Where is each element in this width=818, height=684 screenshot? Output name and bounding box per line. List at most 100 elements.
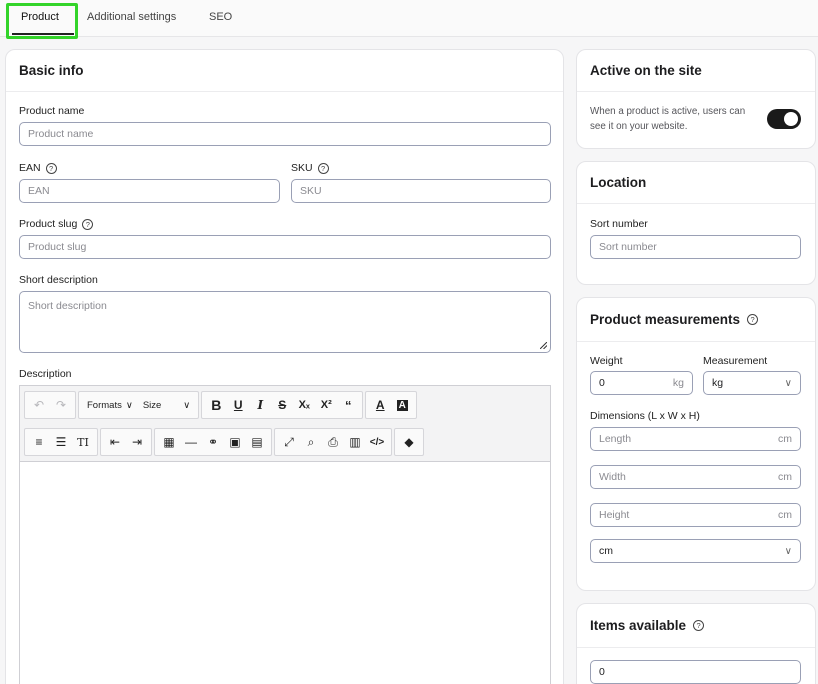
size-label: Size — [142, 399, 162, 411]
height-placeholder: Height — [599, 509, 630, 521]
sku-help-icon[interactable]: ? — [317, 162, 329, 174]
location-title: Location — [577, 162, 815, 204]
media-icon[interactable]: ▤ — [246, 431, 268, 453]
superscript-icon[interactable]: X² — [315, 394, 337, 416]
items-available-title-text: Items available — [590, 618, 687, 633]
weight-unit: kg — [672, 377, 684, 389]
product-slug-input[interactable]: Product slug — [19, 235, 551, 259]
tab-bar: Product Additional settings SEO — [0, 0, 818, 39]
length-input[interactable]: Length cm — [590, 427, 801, 451]
table-icon[interactable]: ▦ — [158, 431, 180, 453]
weight-input[interactable]: 0 kg — [590, 371, 693, 395]
text-style-group: B U I S Xₓ X² “ — [201, 391, 364, 419]
outdent-icon[interactable]: ⇤ — [104, 431, 126, 453]
product-slug-help-icon[interactable]: ? — [82, 218, 94, 230]
sku-input[interactable]: SKU — [291, 179, 551, 203]
ean-input[interactable]: EAN — [19, 179, 280, 203]
size-dropdown[interactable]: Size ∨ — [138, 400, 195, 411]
image-icon[interactable]: ▣ — [224, 431, 246, 453]
description-label-text: Description — [19, 368, 72, 380]
description-label: Description — [19, 368, 72, 380]
bold-icon[interactable]: B — [205, 394, 227, 416]
clear-format-icon[interactable]: ◆ — [398, 431, 420, 453]
product-name-label-text: Product name — [19, 105, 85, 117]
formats-dropdown[interactable]: Formats ∨ — [82, 400, 138, 411]
measurement-label: Measurement — [703, 355, 767, 367]
basic-info-title: Basic info — [6, 50, 563, 92]
formats-label: Formats — [87, 399, 122, 411]
height-unit: cm — [778, 509, 792, 521]
indent-icon[interactable]: ⇥ — [126, 431, 148, 453]
measurement-selected: kg — [712, 377, 724, 389]
product-slug-label: Product slug ? — [19, 218, 94, 230]
sort-number-input[interactable]: Sort number — [590, 235, 801, 259]
ean-label-text: EAN — [19, 162, 41, 174]
items-available-help-icon[interactable]: ? — [693, 620, 705, 631]
active-on-site-title: Active on the site — [577, 50, 815, 92]
blockquote-icon[interactable]: “ — [337, 394, 359, 416]
redo-icon[interactable]: ↷ — [50, 394, 72, 416]
align-icon[interactable]: ≡ — [28, 431, 50, 453]
active-on-site-description: When a product is active, users can see … — [590, 106, 746, 132]
measurement-select[interactable]: kg ∨ — [703, 371, 801, 395]
color-group: A A — [365, 391, 418, 419]
text-transform-icon[interactable]: TI — [72, 431, 94, 453]
width-unit: cm — [778, 471, 792, 483]
resize-handle-icon[interactable] — [540, 342, 547, 349]
text-color-icon[interactable]: A — [369, 394, 391, 416]
editor-content-area[interactable] — [20, 462, 550, 684]
paragraph-group: ≡ ☰ TI — [24, 428, 98, 456]
undo-icon[interactable]: ↶ — [28, 394, 50, 416]
dimensions-label: Dimensions (L x W x H) — [590, 410, 700, 422]
short-description-label-text: Short description — [19, 274, 98, 286]
format-group: Formats ∨ Size ∨ — [78, 391, 200, 419]
dimensions-label-text: Dimensions (L x W x H) — [590, 410, 700, 422]
sort-number-placeholder: Sort number — [599, 241, 657, 253]
editor-toolbar: ↶ ↷ Formats∨ Size ∨ B U I S Xₓ X² “ A A — [20, 386, 550, 462]
height-input[interactable]: Height cm — [590, 503, 801, 527]
toolbar-row-2: ≡ ☰ TI ⇤ ⇥ ▦ — ⚭ ▣ ▤ ⤢ ⌕ ⎙ ▥ </> ◆ — [24, 427, 426, 457]
sort-number-label: Sort number — [590, 218, 648, 230]
sort-number-label-text: Sort number — [590, 218, 648, 230]
link-icon[interactable]: ⚭ — [202, 431, 224, 453]
product-name-input[interactable]: Product name — [19, 122, 551, 146]
short-description-textarea[interactable]: Short description — [19, 291, 551, 353]
horizontal-rule-icon[interactable]: — — [180, 431, 202, 453]
width-input[interactable]: Width cm — [590, 465, 801, 489]
chevron-down-icon: ∨ — [784, 377, 792, 389]
underline-icon[interactable]: U — [227, 394, 249, 416]
weight-value: 0 — [599, 377, 605, 389]
sku-placeholder: SKU — [300, 185, 322, 197]
toggle-knob — [784, 112, 798, 126]
tab-product[interactable]: Product — [21, 11, 59, 23]
dimension-unit-select[interactable]: cm ∨ — [590, 539, 801, 563]
tab-seo[interactable]: SEO — [209, 11, 232, 23]
product-name-label: Product name — [19, 105, 84, 117]
short-description-label: Short description — [19, 274, 98, 286]
active-toggle[interactable] — [767, 109, 801, 129]
description-editor: ↶ ↷ Formats∨ Size ∨ B U I S Xₓ X² “ A A — [19, 385, 551, 684]
background-color-icon[interactable]: A — [391, 394, 413, 416]
clear-group: ◆ — [394, 428, 424, 456]
items-available-value: 0 — [599, 666, 605, 678]
sku-label: SKU ? — [291, 162, 329, 174]
italic-icon[interactable]: I — [249, 394, 271, 416]
search-replace-icon[interactable]: ⌕ — [300, 431, 322, 453]
dimension-unit-selected: cm — [599, 545, 613, 557]
strikethrough-icon[interactable]: S — [271, 394, 293, 416]
tab-additional-settings[interactable]: Additional settings — [87, 11, 176, 23]
code-icon[interactable]: </> — [366, 431, 388, 453]
items-available-input[interactable]: 0 — [590, 660, 801, 684]
measurements-help-icon[interactable]: ? — [747, 314, 759, 325]
template-icon[interactable]: ▥ — [344, 431, 366, 453]
short-description-placeholder: Short description — [28, 300, 107, 312]
ean-help-icon[interactable]: ? — [45, 162, 57, 174]
print-icon[interactable]: ⎙ — [322, 431, 344, 453]
chevron-down-icon: ∨ — [183, 399, 191, 411]
sku-label-text: SKU — [291, 162, 313, 174]
toolbar-row-1: ↶ ↷ Formats ∨ Size ∨ B U I S Xₓ X² “ A A — [24, 390, 419, 420]
fullscreen-icon[interactable]: ⤢ — [278, 431, 300, 453]
subscript-icon[interactable]: Xₓ — [293, 394, 315, 416]
ordered-list-icon[interactable]: ☰ — [50, 431, 72, 453]
width-placeholder: Width — [599, 471, 626, 483]
